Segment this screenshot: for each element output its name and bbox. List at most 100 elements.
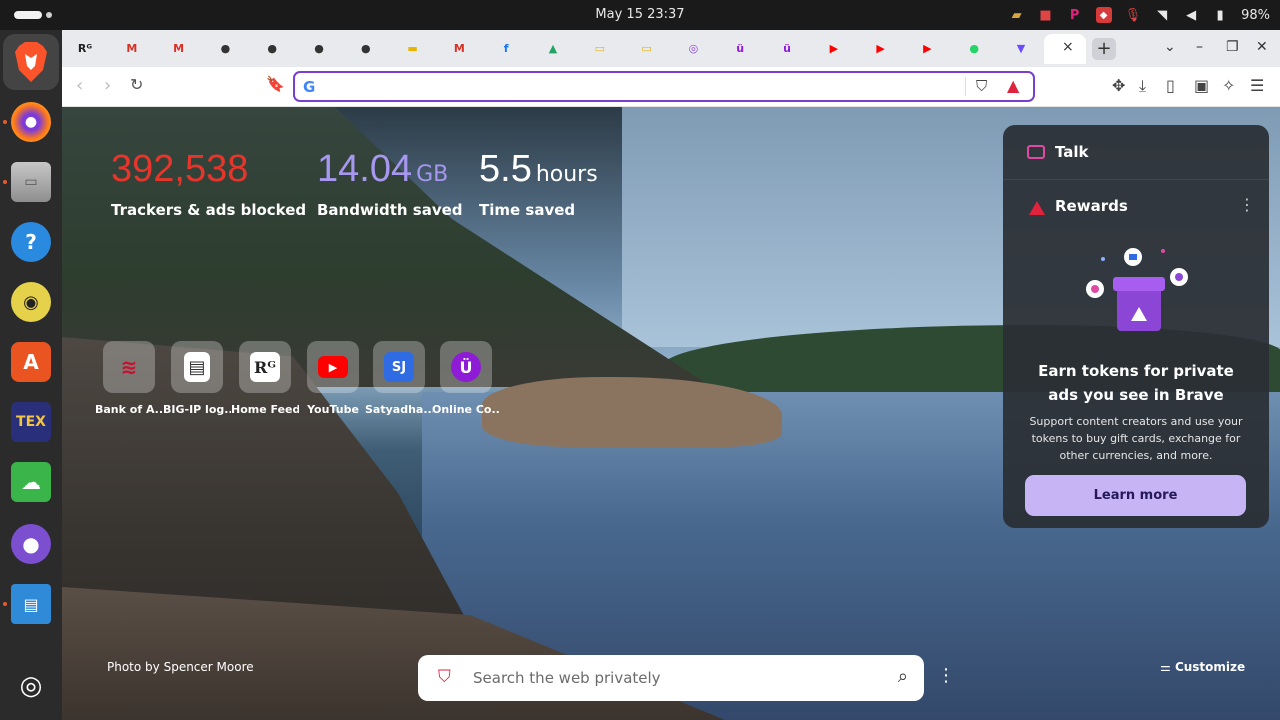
brave-rewards-icon[interactable]: ▲ — [1007, 76, 1019, 95]
youtube-tab-icon[interactable]: ▶ — [825, 39, 843, 57]
document-icon: ▤ — [23, 594, 39, 614]
learn-more-button[interactable]: Learn more — [1025, 475, 1246, 516]
slides-tab-icon[interactable]: ▭ — [638, 39, 656, 57]
ubuntu-dock: ● ▭ ? ◉ A TEX ☁ ● ▤ ◎ — [0, 30, 62, 720]
brave-logo-icon: ⛉ — [438, 667, 451, 687]
help-launcher[interactable]: ? — [11, 222, 51, 262]
reload-icon[interactable]: ↻ — [130, 75, 143, 94]
downloads-icon[interactable]: ⤓ — [1139, 76, 1146, 96]
leo-ai-icon[interactable]: ✧ — [1222, 76, 1235, 95]
minimize-icon[interactable]: – — [1196, 39, 1203, 55]
brave-browser-launcher[interactable] — [3, 34, 59, 90]
youtube-tab-icon[interactable]: ▶ — [918, 39, 936, 57]
menu-icon[interactable]: ☰ — [1250, 76, 1264, 95]
p-icon[interactable]: P — [1067, 7, 1083, 23]
forward-icon[interactable]: › — [104, 75, 111, 96]
whatsapp-tab-icon[interactable]: ● — [965, 39, 983, 57]
text-editor-launcher[interactable]: ▤ — [11, 584, 51, 624]
sketch-icon[interactable]: ▰ — [1009, 7, 1025, 23]
customize-button[interactable]: ⚌ Customize — [1160, 660, 1245, 674]
firefox-launcher[interactable]: ● — [11, 102, 51, 142]
firefox-icon: ● — [24, 114, 38, 130]
screenshare-icon[interactable]: ◆ — [1095, 7, 1112, 23]
top-site-label: Bank of A... — [95, 403, 163, 416]
sidebar-icon[interactable]: ▯ — [1166, 76, 1175, 95]
time-label: Time saved — [479, 201, 576, 219]
search-box[interactable]: ⛉ Search the web privately ⌕ — [418, 655, 924, 701]
top-site-tile[interactable]: SJ Satyadha... — [365, 341, 433, 416]
time-value: 5.5 — [479, 148, 532, 190]
extensions-icon[interactable]: ✥ — [1112, 76, 1125, 95]
tab-search-icon[interactable]: ⌄ — [1164, 39, 1176, 55]
address-bar[interactable]: G ⛉ ▲ — [293, 71, 1035, 102]
top-site-icon-frame: ▶ — [307, 341, 359, 393]
top-site-tile[interactable]: ≋ Bank of A... — [95, 341, 163, 416]
texstudio-launcher[interactable]: TEX — [11, 402, 51, 442]
drive-tab-icon[interactable]: ▲ — [544, 39, 562, 57]
trackers-count: 392,538 — [111, 148, 249, 190]
slides-tab-icon[interactable]: ▭ — [591, 39, 609, 57]
system-tray[interactable]: ▰ ■ P ◆ 🎙 ◥ ◀ ▮ 98% — [1009, 6, 1270, 24]
document-icon: ▤ — [184, 352, 210, 382]
github-desktop-launcher[interactable]: ● — [11, 524, 51, 564]
researchgate-tab-icon[interactable]: Rᴳ — [76, 39, 94, 57]
top-site-icon-frame: ≋ — [103, 341, 155, 393]
github-tab-icon[interactable]: ● — [357, 39, 375, 57]
stat-time-saved: 5.5 hours Time saved — [479, 147, 598, 219]
slides-tab-icon[interactable]: ▬ — [404, 39, 422, 57]
app-tab-icon[interactable]: ◎ — [684, 39, 702, 57]
mic-muted-icon[interactable]: 🎙 — [1125, 7, 1142, 23]
show-apps-button[interactable]: ◎ — [11, 666, 51, 706]
wifi-icon[interactable]: ◥ — [1154, 7, 1170, 23]
top-site-tile[interactable]: Ü Online Co... — [432, 341, 500, 416]
bandwidth-value: 14.04 — [317, 148, 413, 190]
udemy-tab-icon[interactable]: ü — [731, 39, 749, 57]
gmail-tab-icon[interactable]: M — [123, 39, 141, 57]
stat-trackers-blocked: 392,538 Trackers & ads blocked — [111, 147, 306, 219]
close-window-icon[interactable]: ✕ — [1256, 39, 1268, 55]
gmail-tab-icon[interactable]: M — [450, 39, 468, 57]
github-tab-icon[interactable]: ● — [310, 39, 328, 57]
bat-triangle-icon — [1029, 201, 1045, 215]
close-tab-icon[interactable]: × — [1062, 39, 1074, 55]
battery-icon[interactable]: ▮ — [1212, 7, 1228, 23]
new-tab-button[interactable]: + — [1092, 38, 1116, 60]
rhythmbox-launcher[interactable]: ◉ — [11, 282, 51, 322]
top-site-tile[interactable]: ▶ YouTube — [299, 341, 367, 416]
trackers-label: Trackers & ads blocked — [111, 201, 307, 219]
search-options-icon[interactable]: ⋮ — [937, 665, 955, 686]
facebook-tab-icon[interactable]: f — [497, 39, 515, 57]
app-center-launcher[interactable]: A — [11, 342, 51, 382]
wallet-icon[interactable]: ▣ — [1194, 76, 1209, 95]
app-center-icon: A — [23, 350, 39, 374]
proton-tab-icon[interactable]: ▼ — [1012, 39, 1030, 57]
github-tab-icon[interactable]: ● — [216, 39, 234, 57]
stat-bandwidth-saved: 14.04 GB Bandwidth saved — [317, 147, 463, 219]
back-icon[interactable]: ‹ — [76, 75, 83, 96]
gmail-tab-icon[interactable]: M — [170, 39, 188, 57]
files-launcher[interactable]: ▭ — [11, 162, 51, 202]
top-site-tile[interactable]: ▤ BIG-IP log... — [163, 341, 231, 416]
search-input[interactable]: Search the web privately — [473, 669, 661, 687]
remote-desktop-launcher[interactable]: ☁ — [11, 462, 51, 502]
maximize-icon[interactable]: ❐ — [1226, 39, 1239, 55]
widget-panel: Talk Rewards ⋮ Earn tokens for private a… — [1003, 125, 1269, 528]
search-icon[interactable]: ⌕ — [898, 666, 908, 687]
time-unit: hours — [535, 162, 598, 187]
udemy-tab-icon[interactable]: ü — [778, 39, 796, 57]
brave-shields-icon[interactable]: ⛉ — [976, 77, 987, 95]
youtube-tab-icon[interactable]: ▶ — [872, 39, 890, 57]
github-tab-icon[interactable]: ● — [263, 39, 281, 57]
top-site-icon-frame: Rᴳ — [239, 341, 291, 393]
top-site-icon-frame: ▤ — [171, 341, 223, 393]
photo-credit[interactable]: Photo by Spencer Moore — [107, 660, 254, 674]
camera-icon[interactable]: ■ — [1038, 7, 1054, 23]
volume-icon[interactable]: ◀ — [1183, 7, 1199, 23]
bookmark-icon[interactable]: 🔖 — [266, 75, 285, 93]
top-site-tile[interactable]: Rᴳ Home Feed... — [231, 341, 299, 416]
bandwidth-label: Bandwidth saved — [317, 201, 463, 219]
talk-widget[interactable]: Talk — [1003, 125, 1269, 180]
ubuntu-logo-icon: ◎ — [19, 671, 43, 701]
more-options-icon[interactable]: ⋮ — [1239, 195, 1255, 214]
top-site-label: YouTube — [307, 403, 359, 416]
